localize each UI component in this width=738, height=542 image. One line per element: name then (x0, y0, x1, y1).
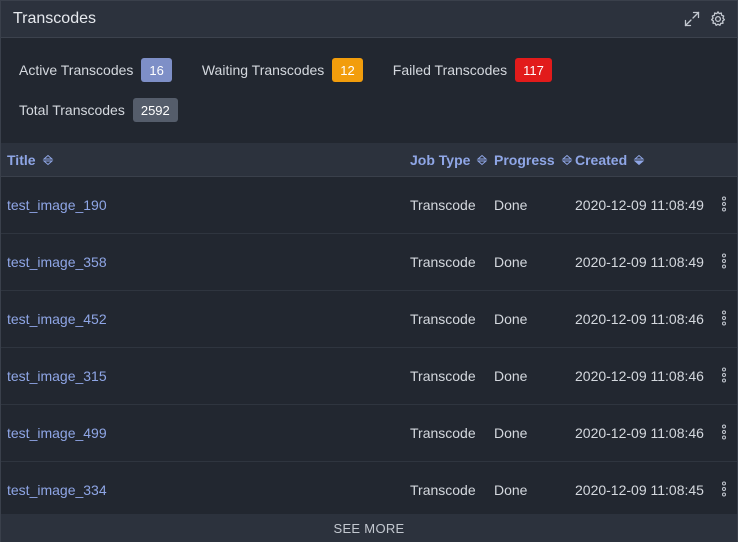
gear-icon[interactable] (709, 10, 727, 28)
row-job-type: Transcode (410, 197, 476, 213)
table-header: Title Job Type Progress Created (1, 143, 737, 177)
stat-failed: Failed Transcodes 117 (393, 58, 552, 82)
row-title-link[interactable]: test_image_190 (7, 197, 107, 213)
table-row: test_image_358 Transcode Done 2020-12-09… (1, 234, 737, 291)
header-actions (683, 10, 727, 28)
row-created: 2020-12-09 11:08:46 (575, 311, 704, 327)
panel-header: Transcodes (1, 1, 737, 38)
table-row: test_image_315 Transcode Done 2020-12-09… (1, 348, 737, 405)
stats-row-1: Active Transcodes 16 Waiting Transcodes … (19, 57, 737, 83)
stat-total: Total Transcodes 2592 (19, 98, 178, 122)
row-job-type: Transcode (410, 311, 476, 327)
row-progress: Done (494, 311, 528, 327)
column-title-label: Title (7, 151, 36, 168)
column-header-job-type[interactable]: Job Type (410, 152, 488, 168)
stats-row-2: Total Transcodes 2592 (19, 97, 737, 123)
row-progress: Done (494, 482, 528, 498)
row-menu-icon[interactable] (717, 481, 731, 499)
sort-desc-icon[interactable] (633, 154, 645, 166)
sort-icon[interactable] (561, 154, 573, 166)
row-created: 2020-12-09 11:08:46 (575, 368, 704, 384)
column-created-label: Created (575, 151, 628, 168)
transcodes-panel: Transcodes Active Transcodes 16 Waiting … (0, 0, 738, 542)
stat-waiting-label: Waiting Transcodes (201, 62, 325, 78)
column-header-title[interactable]: Title (7, 152, 54, 168)
row-created: 2020-12-09 11:08:45 (575, 482, 704, 498)
stat-total-badge: 2592 (132, 98, 178, 122)
transcode-stats: Active Transcodes 16 Waiting Transcodes … (1, 38, 737, 123)
row-created: 2020-12-09 11:08:46 (575, 425, 704, 441)
row-menu-icon[interactable] (717, 196, 731, 214)
row-created: 2020-12-09 11:08:49 (575, 254, 704, 270)
panel-title: Transcodes (13, 10, 96, 27)
table-row: test_image_334 Transcode Done 2020-12-09… (1, 462, 737, 519)
row-job-type: Transcode (410, 368, 476, 384)
row-job-type: Transcode (410, 482, 476, 498)
table-row: test_image_452 Transcode Done 2020-12-09… (1, 291, 737, 348)
stat-waiting: Waiting Transcodes 12 (202, 58, 363, 82)
row-menu-icon[interactable] (717, 367, 731, 385)
sort-icon[interactable] (42, 154, 54, 166)
row-menu-icon[interactable] (717, 424, 731, 442)
row-progress: Done (494, 197, 528, 213)
stat-total-label: Total Transcodes (19, 102, 125, 118)
stat-failed-label: Failed Transcodes (392, 62, 508, 78)
sort-icon[interactable] (476, 154, 488, 166)
stat-failed-badge: 117 (515, 58, 552, 82)
stat-waiting-badge: 12 (332, 58, 363, 82)
stat-active: Active Transcodes 16 (19, 58, 172, 82)
stat-active-badge: 16 (141, 58, 172, 82)
row-menu-icon[interactable] (717, 310, 731, 328)
stat-active-label: Active Transcodes (19, 62, 134, 78)
row-title-link[interactable]: test_image_358 (7, 254, 107, 270)
row-progress: Done (494, 368, 528, 384)
row-title-link[interactable]: test_image_452 (7, 311, 107, 327)
row-progress: Done (494, 254, 528, 270)
column-progress-label: Progress (494, 151, 555, 168)
expand-icon[interactable] (683, 10, 701, 28)
table-body: test_image_190 Transcode Done 2020-12-09… (1, 177, 737, 519)
table-row: test_image_190 Transcode Done 2020-12-09… (1, 177, 737, 234)
see-more-button[interactable]: SEE MORE (1, 514, 737, 542)
column-header-created[interactable]: Created (575, 152, 645, 168)
row-title-link[interactable]: test_image_499 (7, 425, 107, 441)
row-created: 2020-12-09 11:08:49 (575, 197, 704, 213)
column-job-type-label: Job Type (410, 151, 471, 168)
row-title-link[interactable]: test_image_334 (7, 482, 107, 498)
row-progress: Done (494, 425, 528, 441)
row-title-link[interactable]: test_image_315 (7, 368, 107, 384)
row-job-type: Transcode (410, 425, 476, 441)
row-menu-icon[interactable] (717, 253, 731, 271)
transcodes-table: Title Job Type Progress Created test_ima… (1, 143, 737, 519)
column-header-progress[interactable]: Progress (494, 152, 573, 168)
row-job-type: Transcode (410, 254, 476, 270)
table-row: test_image_499 Transcode Done 2020-12-09… (1, 405, 737, 462)
